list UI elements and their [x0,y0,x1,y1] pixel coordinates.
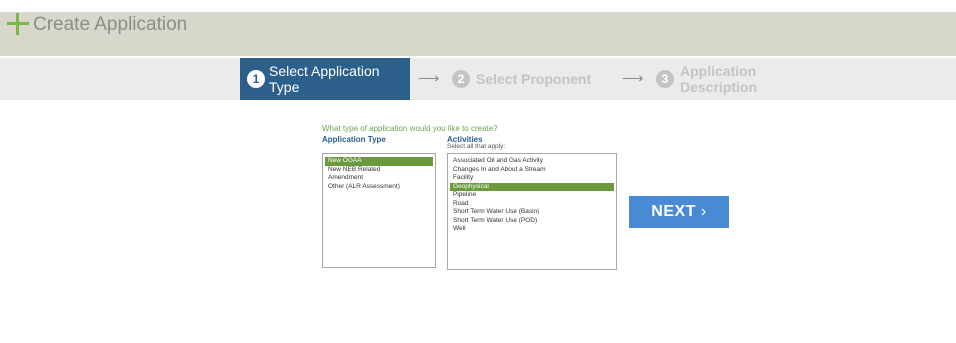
step-number-badge: 3 [656,70,674,88]
activities-list[interactable]: Associated Oil and Gas Activity Changes I… [447,153,617,270]
activity-option[interactable]: Geophysical [450,182,614,191]
application-question: What type of application would you like … [322,124,498,133]
application-type-option[interactable]: New OGAA [325,157,433,166]
next-button-label: NEXT [651,203,696,220]
step-number-badge: 1 [247,70,265,88]
application-type-heading: Application Type [322,135,386,144]
activity-option[interactable]: Well [450,225,614,234]
application-type-option[interactable]: New NEB Related [325,166,433,175]
step-label: Select Proponent [476,71,592,87]
top-strip [0,0,956,12]
step-application-description[interactable]: 3 Application Description [656,58,796,100]
activity-option[interactable]: Pipeline [450,191,614,200]
activity-option[interactable]: Associated Oil and Gas Activity [450,157,614,166]
step-select-application-type[interactable]: 1 Select Application Type [240,58,410,100]
step-arrow-icon: ⟶ [418,70,440,87]
wizard-steps: 1 Select Application Type ⟶ 2 Select Pro… [0,58,956,100]
activity-option[interactable]: Short Term Water Use (POD) [450,217,614,226]
application-type-option[interactable]: Other (ALR Assessment) [325,183,433,192]
chevron-right-icon: › [700,203,707,220]
page-header: Create Application [0,12,956,56]
activity-option[interactable]: Short Term Water Use (Basin) [450,208,614,217]
activities-hint: Select all that apply: [447,143,506,150]
step-arrow-icon: ⟶ [622,70,644,87]
step-label: Select Application Type [269,63,380,95]
step-number-badge: 2 [452,70,470,88]
application-type-list[interactable]: New OGAA New NEB Related Amendment Other (A… [322,153,436,268]
step-label: Application Description [680,63,758,95]
activity-option[interactable]: Facility [450,174,614,183]
page-title: Create Application [33,14,188,35]
activity-option[interactable]: Changes In and About a Stream [450,166,614,175]
step-select-proponent[interactable]: 2 Select Proponent [452,58,602,100]
next-button[interactable]: NEXT › [629,196,729,228]
application-type-option[interactable]: Amendment [325,174,433,183]
activity-option[interactable]: Road [450,200,614,209]
plus-icon [7,13,29,35]
